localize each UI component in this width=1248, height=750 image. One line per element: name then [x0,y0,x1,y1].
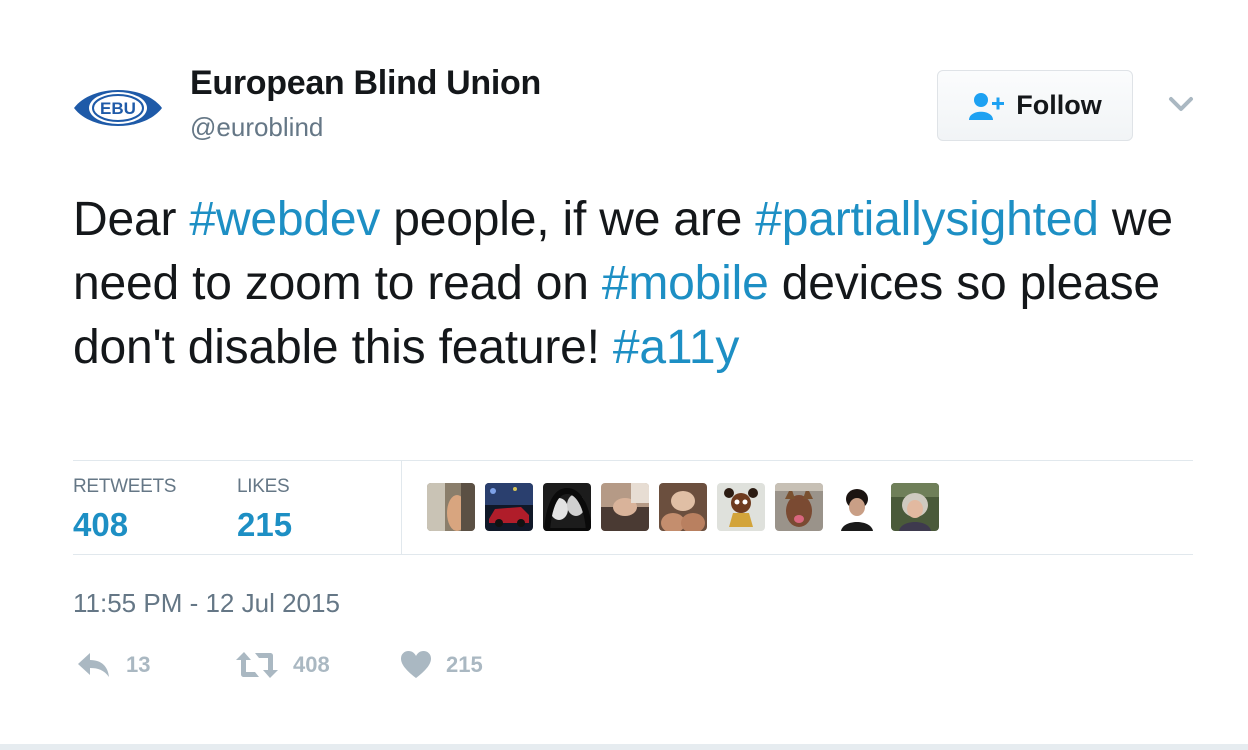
divider-top [73,460,1193,461]
tweet-text: Dear #webdev people, if we are #partiall… [73,188,1203,380]
retweets-stat[interactable]: RETWEETS 408 [73,476,176,544]
add-user-icon [969,92,1005,120]
likes-value: 215 [237,506,293,543]
user-handle[interactable]: @euroblind [190,112,323,143]
liker-avatar-1[interactable] [427,483,475,531]
reply-count: 13 [126,652,151,677]
tweet-text-segment: Dear [73,193,190,246]
tweet-text-segment: people, if we are [380,193,756,246]
likes-stat[interactable]: LIKES 215 [237,476,292,544]
tweet-timestamp[interactable]: 11:55 PM - 12 Jul 2015 [73,588,340,619]
liker-avatar-2[interactable] [485,483,533,531]
tweet-card: EBU European Blind Union @euroblind Foll… [0,0,1248,744]
divider-bottom [73,554,1193,555]
follow-button[interactable]: Follow [937,70,1133,141]
reply-icon [78,653,109,677]
retweet-button[interactable]: 408 [235,650,330,680]
like-count: 215 [446,652,483,677]
hashtag-link[interactable]: #mobile [602,257,769,310]
hashtag-link[interactable]: #webdev [189,193,380,246]
stats-vertical-divider [401,461,402,554]
ebu-logo-avatar[interactable]: EBU [70,80,166,136]
retweets-label: RETWEETS [73,476,177,497]
heart-icon [401,651,431,678]
liker-avatar-7[interactable] [775,483,823,531]
retweet-icon [236,652,278,678]
retweets-value: 408 [73,506,129,543]
retweet-count: 408 [293,652,330,677]
liker-avatar-4[interactable] [601,483,649,531]
liker-avatar-3[interactable] [543,483,591,531]
bottom-border [0,744,1248,750]
liker-avatar-9[interactable] [891,483,939,531]
user-display-name[interactable]: European Blind Union [190,64,541,103]
reply-button[interactable]: 13 [76,650,150,680]
hashtag-link[interactable]: #a11y [613,321,739,374]
liker-avatar-5[interactable] [659,483,707,531]
likers-avatars [427,483,939,531]
like-button[interactable]: 215 [400,650,483,680]
liker-avatar-8[interactable] [833,483,881,531]
hashtag-link[interactable]: #partiallysighted [755,193,1099,246]
avatar-logo-text: EBU [100,99,136,118]
follow-label: Follow [1016,90,1102,120]
likes-label: LIKES [237,476,290,497]
chevron-down-icon[interactable] [1166,92,1196,116]
liker-avatar-6[interactable] [717,483,765,531]
